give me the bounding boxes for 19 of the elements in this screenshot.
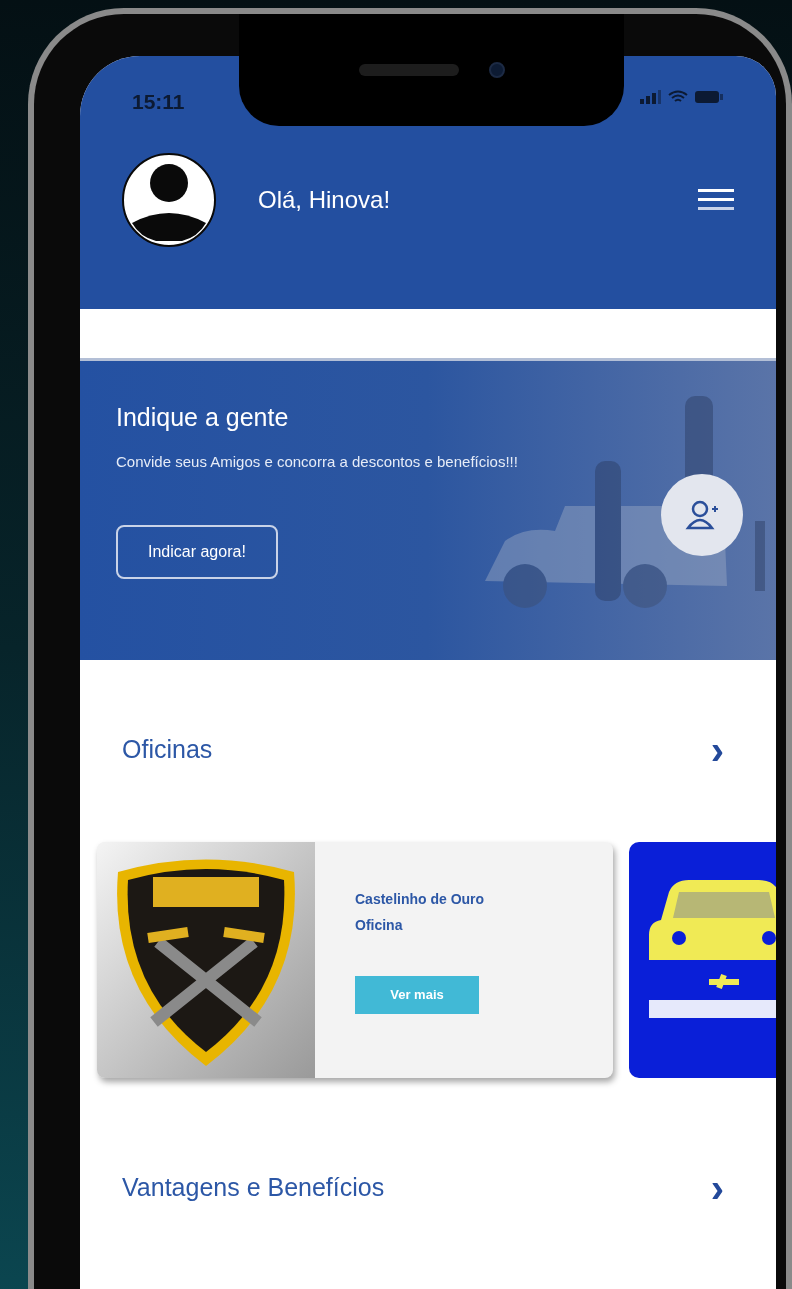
section-title: Oficinas: [122, 734, 213, 766]
banner-text: Convide seus Amigos e concorra a descontos e benefícios!!!: [116, 451, 519, 472]
workshop-logo-picture[interactable]: [629, 842, 776, 1078]
battery-icon: [694, 90, 724, 104]
section-title: Vantagens e Benefícios: [122, 1172, 385, 1204]
chevron-link[interactable]: ›: [710, 1168, 724, 1208]
signal-icon: [640, 90, 662, 104]
wifi-icon: [668, 90, 688, 104]
menu-icon[interactable]: [698, 189, 734, 211]
invite-button[interactable]: Indicar agora!: [116, 524, 278, 579]
add-person-icon[interactable]: [661, 474, 743, 556]
workshop-name: Castelinho de Ouro Oficina: [355, 890, 486, 935]
status-time: 15:11: [132, 89, 185, 115]
camera-icon: [488, 62, 505, 78]
banner-title: Indique a gente: [116, 402, 290, 433]
greeting-text: Olá, Hinova!: [258, 185, 392, 215]
chevron-link[interactable]: ›: [710, 730, 724, 770]
workshop-card[interactable]: Castelinho de Ouro Oficina Ver mais: [97, 842, 613, 1078]
avatar-icon[interactable]: [122, 153, 216, 247]
